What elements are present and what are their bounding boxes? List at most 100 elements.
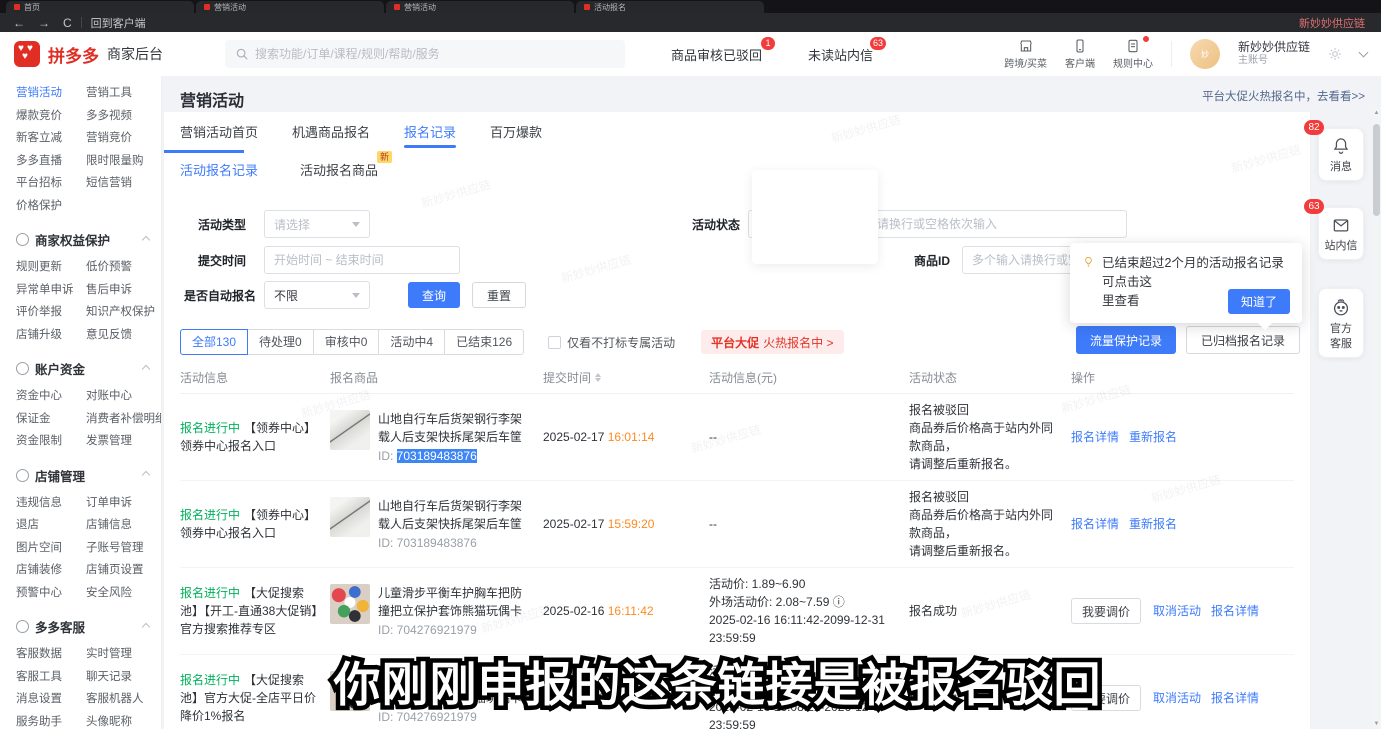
- sidebar-section-header[interactable]: 商家权益保护: [0, 217, 161, 256]
- product-title[interactable]: 儿童滑步平衡车护胸车把防撞把立保护套饰熊猫玩偶卡通公仔把手装: [378, 584, 531, 620]
- sidebar-item[interactable]: 限时限量购: [86, 150, 162, 173]
- product-title[interactable]: 山地自行车后货架钢行李架载人后支架快拆尾架后车筐通用骑行装备: [378, 497, 531, 533]
- sidebar-item[interactable]: 预警中心: [16, 582, 86, 605]
- row-action-link[interactable]: 报名详情: [1071, 515, 1119, 533]
- hot-promo-chip[interactable]: 平台大促火热报名中 >: [701, 330, 843, 354]
- chip-filter[interactable]: 已结束126: [444, 329, 524, 355]
- client-app-entry[interactable]: 客户端: [1065, 38, 1095, 70]
- cross-border-entry[interactable]: 跨境/买菜: [1004, 38, 1047, 70]
- sidebar-item[interactable]: 消费者补偿明细: [86, 408, 162, 431]
- chevron-down-icon[interactable]: [1359, 48, 1369, 58]
- sidebar-item[interactable]: 营销工具: [86, 82, 162, 105]
- sidebar-item[interactable]: 售后申诉: [86, 279, 162, 302]
- pinduoduo-logo-icon[interactable]: ♥♥♥: [14, 41, 40, 67]
- sidebar-item[interactable]: 店铺页设置: [86, 559, 162, 582]
- tab-百万爆款[interactable]: 百万爆款: [490, 112, 542, 150]
- sidebar-item[interactable]: 资金中心: [16, 385, 86, 408]
- product-image[interactable]: [330, 671, 370, 711]
- column-header[interactable]: 提交时间: [543, 369, 709, 386]
- sidebar-item[interactable]: 保证金: [16, 408, 86, 431]
- scrollbar-thumb[interactable]: [1373, 124, 1380, 216]
- official-service-entry[interactable]: 官方 客服: [1318, 288, 1364, 358]
- sidebar-item[interactable]: 店铺升级: [16, 324, 86, 347]
- search-input[interactable]: [255, 47, 615, 61]
- sidebar-item[interactable]: 营销活动: [16, 82, 86, 105]
- tooltip-ok-button[interactable]: 知道了: [1228, 289, 1290, 314]
- sidebar-item[interactable]: 资金限制: [16, 430, 86, 453]
- chip-filter[interactable]: 全部130: [180, 329, 248, 355]
- archived-records-button[interactable]: 已归档报名记录: [1186, 326, 1300, 354]
- sidebar-item[interactable]: 订单申诉: [86, 492, 162, 515]
- avatar[interactable]: 妙: [1190, 39, 1220, 69]
- row-action-link[interactable]: 报名详情: [1211, 602, 1259, 620]
- sidebar-item[interactable]: 客服数据: [16, 643, 86, 666]
- sidebar-item[interactable]: 图片空间: [16, 537, 86, 560]
- sidebar-item[interactable]: 多多视频: [86, 105, 162, 128]
- site-mail-entry[interactable]: 63 站内信: [1318, 207, 1364, 260]
- sort-icon[interactable]: [595, 373, 601, 382]
- query-button[interactable]: 查询: [408, 282, 460, 308]
- sidebar-item[interactable]: 安全风险: [86, 582, 162, 605]
- sidebar-item[interactable]: 退店: [16, 514, 86, 537]
- subtab-activity-products[interactable]: 活动报名商品 新: [300, 160, 378, 179]
- unread-mail-link[interactable]: 未读站内信 63: [808, 45, 873, 64]
- auto-signup-select[interactable]: 不限: [264, 281, 370, 309]
- adjust-price-button[interactable]: 我要调价: [1071, 598, 1141, 624]
- sidebar-section-header[interactable]: 店铺管理: [0, 453, 161, 492]
- tab-机遇商品报名[interactable]: 机遇商品报名: [292, 112, 370, 150]
- sidebar-item[interactable]: 短信营销: [86, 172, 162, 195]
- sidebar-item[interactable]: 低价预警: [86, 256, 162, 279]
- row-action-link[interactable]: 报名详情: [1211, 689, 1259, 707]
- sidebar-item[interactable]: 异常单申诉: [16, 279, 86, 302]
- tab-报名记录[interactable]: 报名记录: [404, 112, 456, 150]
- product-title[interactable]: 山地自行车后货架钢行李架载人后支架快拆尾架后车筐通用骑行装备: [378, 410, 531, 446]
- sidebar-item[interactable]: 子账号管理: [86, 537, 162, 560]
- forward-icon[interactable]: →: [38, 17, 50, 29]
- sidebar-item[interactable]: 爆款竞价: [16, 105, 86, 128]
- sidebar-item[interactable]: 头像昵称: [86, 711, 162, 729]
- sidebar-item[interactable]: 多多直播: [16, 150, 86, 173]
- chip-filter[interactable]: 活动中4: [378, 329, 445, 355]
- browser-tab[interactable]: 首页: [6, 1, 194, 13]
- only-untagged-checkbox[interactable]: [548, 336, 561, 349]
- adjust-price-button[interactable]: 我要调价: [1071, 685, 1141, 711]
- browser-account-label[interactable]: 新妙妙供应链: [1299, 15, 1365, 31]
- messages-entry[interactable]: 82 消息: [1318, 128, 1364, 181]
- chip-filter[interactable]: 审核中0: [313, 329, 380, 355]
- sidebar-item[interactable]: 违规信息: [16, 492, 86, 515]
- sidebar-item[interactable]: 对账中心: [86, 385, 162, 408]
- sidebar-section-header[interactable]: 账户资金: [0, 346, 161, 385]
- submit-time-input[interactable]: [264, 246, 460, 274]
- scroll-up-arrow[interactable]: ▲: [1372, 110, 1381, 116]
- sidebar-item[interactable]: 店铺装修: [16, 559, 86, 582]
- rule-center-entry[interactable]: 规则中心: [1113, 38, 1153, 70]
- sidebar-item[interactable]: 客服工具: [16, 666, 86, 689]
- row-action-link[interactable]: 报名详情: [1071, 428, 1119, 446]
- activity-type-select[interactable]: 请选择: [264, 210, 370, 238]
- product-id[interactable]: 703189483876: [397, 449, 477, 463]
- sidebar-item[interactable]: 价格保护: [16, 195, 86, 218]
- page-scrollbar[interactable]: ▲ ▼: [1372, 108, 1381, 729]
- sidebar-item[interactable]: 实时管理: [86, 643, 162, 666]
- gear-icon[interactable]: [1328, 47, 1342, 61]
- sidebar-item[interactable]: 意见反馈: [86, 324, 162, 347]
- sidebar-item[interactable]: 规则更新: [16, 256, 86, 279]
- sidebar-item[interactable]: 平台招标: [16, 172, 86, 195]
- reload-icon[interactable]: C: [63, 17, 72, 29]
- product-title[interactable]: 儿童滑步平衡车护胸车把防撞把立保护套饰熊猫玩偶卡通公仔把手装: [378, 671, 531, 707]
- sidebar-item[interactable]: 客服机器人: [86, 688, 162, 711]
- sidebar-item[interactable]: 知识产权保护: [86, 301, 162, 324]
- product-image[interactable]: [330, 410, 370, 450]
- row-action-link[interactable]: 取消活动: [1153, 602, 1201, 620]
- browser-tab[interactable]: 营销活动: [386, 1, 574, 13]
- sidebar-item[interactable]: 消息设置: [16, 688, 86, 711]
- sidebar-item[interactable]: 店铺信息: [86, 514, 162, 537]
- traffic-protection-button[interactable]: 流量保护记录: [1076, 326, 1176, 354]
- browser-tab[interactable]: 活动报名: [576, 1, 764, 13]
- sidebar-item[interactable]: 新客立减: [16, 127, 86, 150]
- sidebar-section-header[interactable]: 多多客服: [0, 604, 161, 643]
- sidebar-item[interactable]: 服务助手: [16, 711, 86, 729]
- row-action-link[interactable]: 取消活动: [1153, 689, 1201, 707]
- tab-营销活动首页[interactable]: 营销活动首页: [180, 112, 258, 150]
- subtab-activity-records[interactable]: 活动报名记录: [180, 160, 258, 179]
